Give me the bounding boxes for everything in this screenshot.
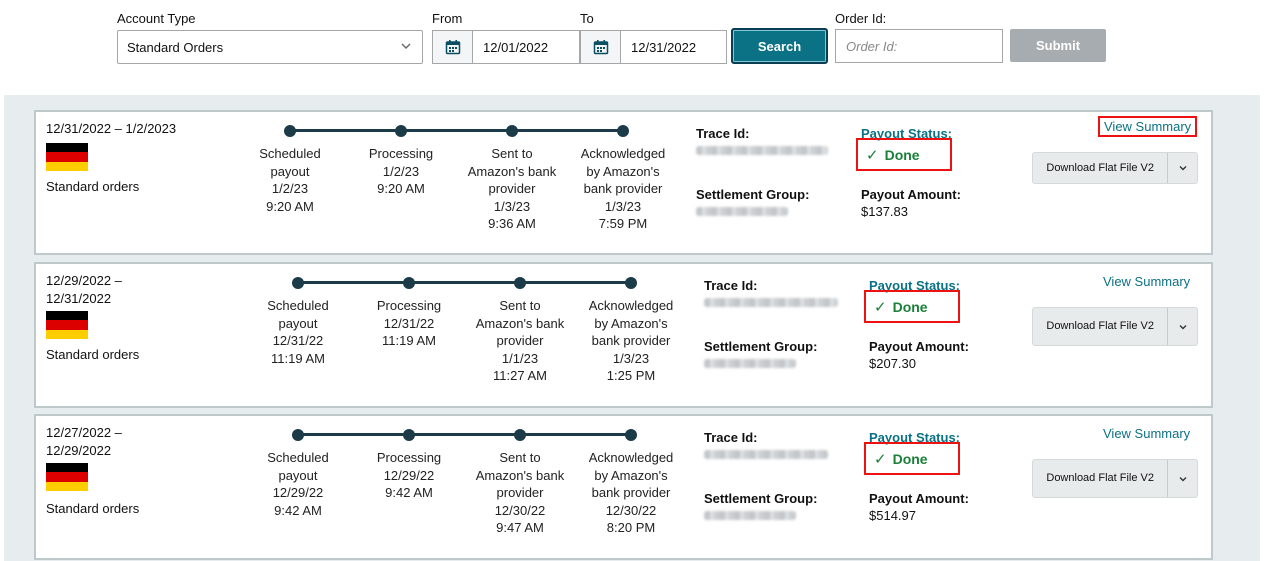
download-flat-file-button[interactable]: Download Flat File V2 [1032, 459, 1198, 498]
trace-id-label: Trace Id: [704, 278, 758, 293]
settlement-group-label: Settlement Group: [704, 491, 818, 506]
timeline-dot [292, 429, 304, 441]
payout-card: 12/31/2022 – 1/2/2023 Standard orders Sc… [34, 110, 1213, 255]
timeline-step-processing: Processing 12/31/22 11:19 AM [376, 298, 442, 348]
timeline-dot [514, 429, 526, 441]
to-date-value[interactable]: 12/31/2022 [621, 40, 696, 55]
timeline-dot [403, 429, 415, 441]
payout-results: 12/31/2022 – 1/2/2023 Standard orders Sc… [4, 95, 1260, 561]
order-type-label: Standard orders [46, 501, 140, 516]
chevron-down-icon[interactable] [1167, 308, 1197, 345]
to-label: To [580, 11, 594, 26]
trace-id-value-redacted [704, 450, 828, 459]
card-date-range: 12/29/2022 – 12/31/2022 [46, 273, 122, 306]
chevron-down-icon[interactable] [1167, 153, 1197, 183]
chevron-down-icon [400, 40, 412, 55]
payout-card: 12/27/2022 – 12/29/2022 Standard orders … [34, 414, 1213, 560]
account-type-select[interactable]: Standard Orders [117, 30, 423, 64]
payout-status-done: ✓ Done [864, 442, 960, 475]
timeline-dot [292, 277, 304, 289]
payout-amount-label: Payout Amount: [861, 187, 961, 202]
download-flat-file-button[interactable]: Download Flat File V2 [1032, 307, 1198, 346]
germany-flag-icon [46, 143, 88, 171]
chevron-down-icon[interactable] [1167, 460, 1197, 497]
timeline-dot [395, 125, 407, 137]
account-type-label: Account Type [117, 11, 196, 26]
timeline-dot [506, 125, 518, 137]
timeline-step-scheduled: Scheduled payout 12/29/22 9:42 AM [267, 450, 329, 518]
timeline-dot [514, 277, 526, 289]
submit-button[interactable]: Submit [1010, 29, 1106, 62]
timeline-dot [617, 125, 629, 137]
trace-id-label: Trace Id: [704, 430, 758, 445]
payout-card: 12/29/2022 – 12/31/2022 Standard orders … [34, 262, 1213, 408]
timeline-dot [625, 277, 637, 289]
timeline-step-acknowledged: Acknowledged by Amazon's bank provider 12/3… [588, 450, 674, 535]
calendar-icon[interactable] [581, 31, 621, 63]
order-id-label: Order Id: [835, 11, 887, 26]
timeline-dot [284, 125, 296, 137]
timeline-step-acknowledged: Acknowledged by Amazon's bank provider 1/3/… [588, 298, 674, 383]
timeline-step-scheduled: Scheduled payout 12/31/22 11:19 AM [267, 298, 329, 366]
trace-id-value-redacted [696, 146, 828, 155]
payout-amount-label: Payout Amount: [869, 339, 969, 354]
calendar-icon[interactable] [433, 31, 473, 63]
germany-flag-icon [46, 463, 88, 491]
check-icon: ✓ [874, 298, 887, 316]
payout-amount-value: $514.97 [869, 508, 916, 523]
view-summary-link[interactable]: View Summary [1103, 274, 1190, 289]
payout-amount-value: $137.83 [861, 204, 908, 219]
from-date-picker[interactable]: 12/01/2022 [432, 30, 580, 64]
settlement-group-value-redacted [704, 511, 796, 520]
timeline-track [290, 129, 624, 132]
order-type-label: Standard orders [46, 347, 140, 362]
trace-id-value-redacted [704, 298, 838, 307]
to-date-picker[interactable]: 12/31/2022 [580, 30, 727, 64]
timeline-track [298, 433, 632, 436]
timeline-dot [625, 429, 637, 441]
timeline-step-processing: Processing 1/2/23 9:20 AM [368, 146, 434, 196]
account-type-value: Standard Orders [127, 39, 224, 55]
from-label: From [432, 11, 463, 26]
card-date-range: 12/31/2022 – 1/2/2023 [46, 121, 177, 136]
order-id-input[interactable] [835, 29, 1003, 63]
timeline-step-sent: Sent to Amazon's bank provider 1/3/23 9:36 A… [467, 146, 557, 231]
settlement-group-label: Settlement Group: [704, 339, 818, 354]
timeline-step-sent: Sent to Amazon's bank provider 12/30/22 9:47… [475, 450, 565, 535]
card-date-range: 12/27/2022 – 12/29/2022 [46, 425, 122, 458]
timeline-step-processing: Processing 12/29/22 9:42 AM [376, 450, 442, 500]
view-summary-link[interactable]: View Summary [1103, 426, 1190, 441]
germany-flag-icon [46, 311, 88, 339]
timeline-step-scheduled: Scheduled payout 1/2/23 9:20 AM [259, 146, 321, 214]
view-summary-link[interactable]: View Summary [1098, 116, 1198, 137]
trace-id-label: Trace Id: [696, 126, 750, 141]
timeline-dot [403, 277, 415, 289]
from-date-value[interactable]: 12/01/2022 [473, 40, 548, 55]
timeline-track [298, 281, 632, 284]
payout-amount-label: Payout Amount: [869, 491, 969, 506]
settlement-group-value-redacted [704, 359, 796, 368]
search-button[interactable]: Search [731, 28, 828, 64]
check-icon: ✓ [874, 450, 887, 468]
check-icon: ✓ [866, 146, 879, 164]
download-flat-file-button[interactable]: Download Flat File V2 [1032, 152, 1198, 184]
timeline-step-acknowledged: Acknowledged by Amazon's bank provider 1/3/… [580, 146, 666, 231]
payout-status-done: ✓ Done [856, 138, 952, 171]
order-type-label: Standard orders [46, 179, 140, 194]
payout-amount-value: $207.30 [869, 356, 916, 371]
settlement-group-label: Settlement Group: [696, 187, 810, 202]
payout-status-done: ✓ Done [864, 290, 960, 323]
settlement-group-value-redacted [696, 207, 788, 216]
timeline-step-sent: Sent to Amazon's bank provider 1/1/23 11:27 … [475, 298, 565, 383]
